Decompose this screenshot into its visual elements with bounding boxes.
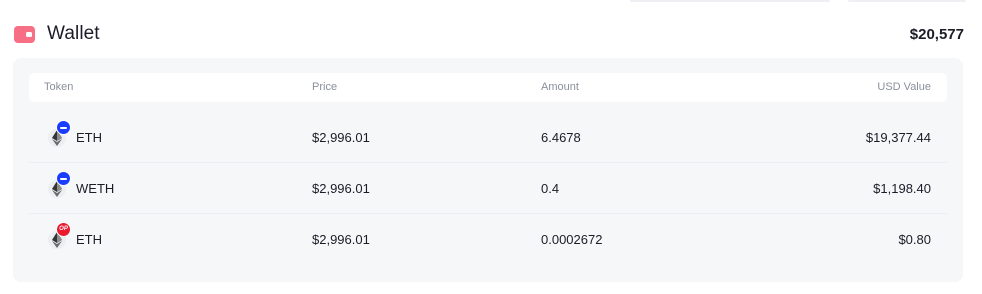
token-icon: OP [48, 222, 74, 252]
column-header-price: Price [312, 81, 338, 93]
wallet-title: Wallet [47, 23, 100, 44]
token-usd-value: $0.80 [898, 232, 931, 247]
token-usd-value: $1,198.40 [873, 181, 931, 196]
token-price: $2,996.01 [312, 181, 370, 196]
token-table-card: Token Price Amount USD Value ETH $2,996.… [13, 58, 963, 282]
token-usd-value: $19,377.44 [865, 130, 931, 145]
column-header-amount: Amount [541, 81, 579, 93]
table-row: ETH $2,996.01 6.4678 $19,377.44 [29, 112, 947, 163]
token-amount: 0.4 [541, 181, 560, 196]
token-amount: 6.4678 [541, 130, 581, 145]
column-header-usd-value: USD Value [877, 81, 931, 93]
table-row: OP ETH $2,996.01 0.0002672 $0.80 [29, 214, 947, 265]
wallet-icon [14, 25, 35, 43]
token-name: ETH [76, 232, 102, 247]
table-header: Token Price Amount USD Value [29, 73, 947, 102]
token-amount: 0.0002672 [541, 232, 603, 247]
token-name: ETH [76, 130, 102, 145]
token-icon [48, 171, 74, 201]
top-bar-segment [630, 0, 830, 2]
top-bar-segment [848, 0, 966, 2]
token-price: $2,996.01 [312, 232, 370, 247]
table-row: WETH $2,996.01 0.4 $1,198.40 [29, 163, 947, 214]
column-header-token: Token [44, 81, 74, 93]
chain-badge-icon [56, 120, 71, 135]
token-icon [48, 120, 74, 150]
chain-badge-icon [56, 171, 71, 186]
wallet-header: Wallet $20,577 [14, 20, 964, 48]
optimism-badge-icon: OP [56, 222, 71, 237]
token-price: $2,996.01 [312, 130, 370, 145]
token-name: WETH [76, 181, 115, 196]
wallet-total-value: $20,577 [909, 25, 964, 43]
